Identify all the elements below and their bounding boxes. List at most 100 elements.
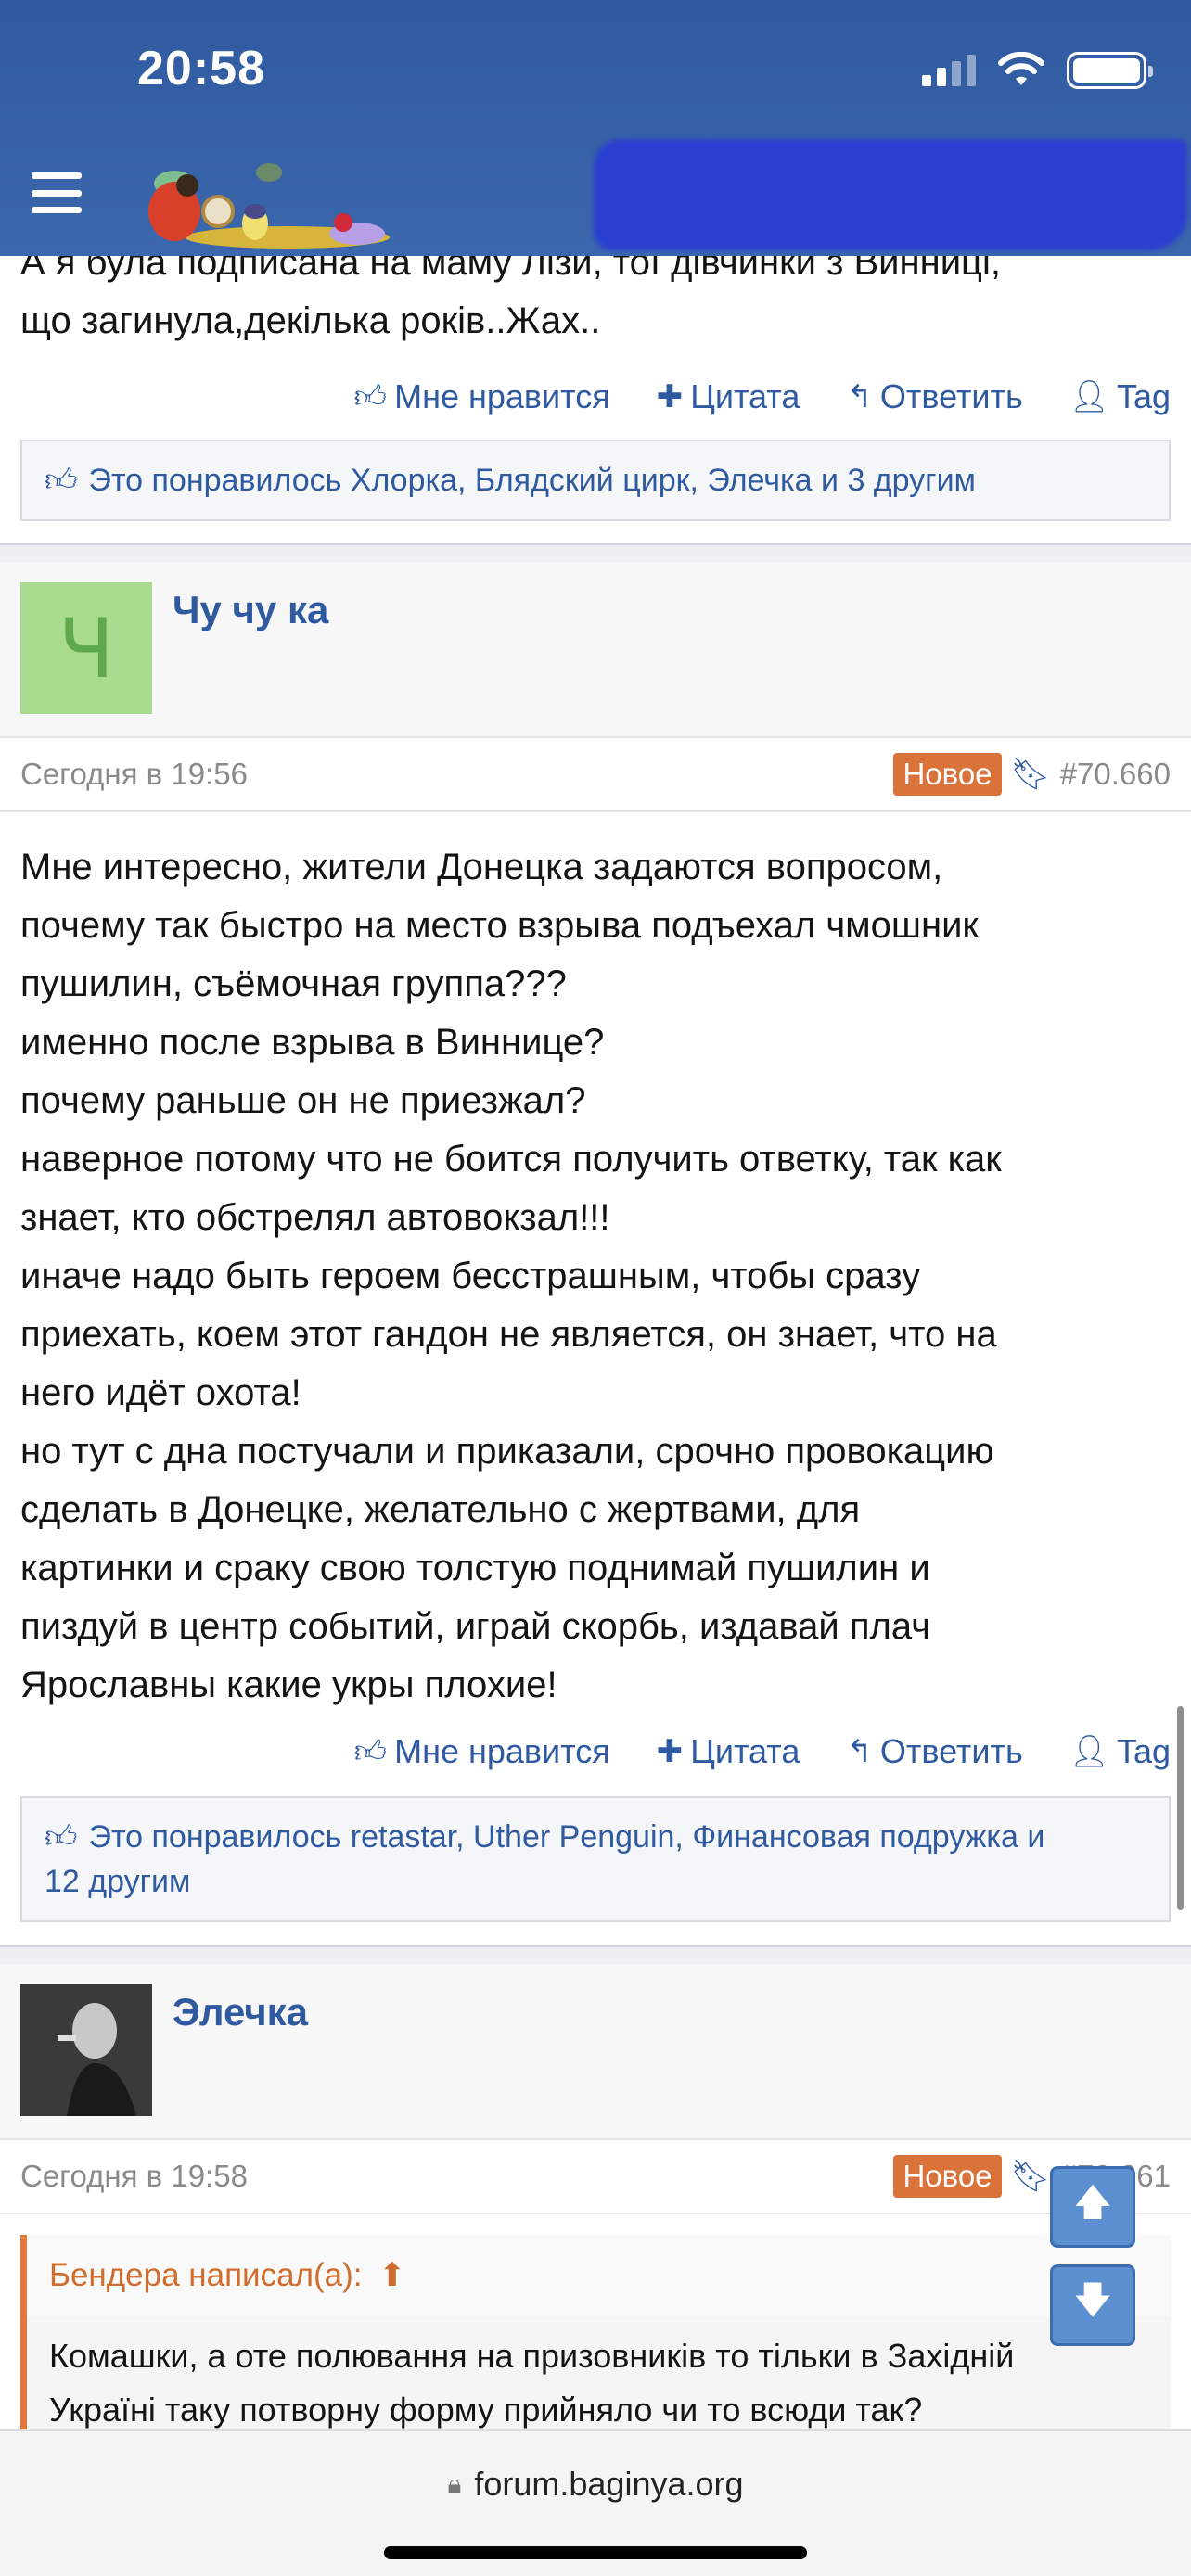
quote-label: Цитата: [690, 377, 800, 415]
arrow-up-icon: 🡅: [1073, 2182, 1112, 2223]
post-line: картинки и сраку свою толстую поднимай п…: [20, 1548, 930, 1588]
site-logo[interactable]: [121, 145, 399, 249]
post-line: именно после взрыва в Виннице?: [20, 1022, 605, 1063]
likes-text: 12 другим: [45, 1864, 191, 1899]
scroll-down-button[interactable]: 🡇: [1050, 2264, 1135, 2346]
post-line: А я була подписана на маму Лізи, тої дів…: [20, 256, 1001, 283]
tag-button[interactable]: 👤︎ Tag: [1069, 1732, 1171, 1771]
post-date[interactable]: Сегодня в 19:56: [20, 757, 248, 792]
reply-label: Ответить: [879, 1732, 1023, 1770]
redacted-area: [594, 139, 1187, 250]
lock-icon: 🔒︎: [447, 2468, 462, 2498]
avatar[interactable]: Ч: [20, 582, 152, 714]
arrow-down-icon: 🡇: [1073, 2280, 1112, 2321]
scroll-up-button[interactable]: 🡅: [1050, 2166, 1135, 2248]
author-name[interactable]: Элечка: [173, 1990, 308, 2034]
post-body: Мне интересно, жители Донецка задаются в…: [0, 812, 1191, 1715]
browser-bottom-bar: 🔒︎ forum.baginya.org: [0, 2429, 1191, 2576]
post-actions: 👍︎ Мне нравится ✚ Цитата ↰ Ответить 👤︎ Tag: [0, 1724, 1191, 1779]
quote-block: Бендера написал(а): ⬆︎ Комашки, а оте по…: [20, 2235, 1171, 2429]
post-number[interactable]: #70.660: [1060, 757, 1171, 792]
post-line: но тут с дна постучали и приказали, сроч…: [20, 1431, 994, 1472]
quote-header[interactable]: Бендера написал(а): ⬆︎: [27, 2235, 1171, 2316]
post-author-block: Элечка: [0, 1964, 1191, 2140]
user-icon: 👤︎: [1069, 1734, 1109, 1769]
like-button[interactable]: 👍︎ Мне нравится: [354, 377, 610, 416]
status-time: 20:58: [137, 42, 265, 96]
like-button[interactable]: 👍︎ Мне нравится: [354, 1732, 610, 1771]
avatar-photo: [20, 1984, 152, 2116]
tag-label: Tag: [1116, 1732, 1171, 1770]
user-icon: 👤︎: [1069, 379, 1109, 414]
battery-icon: [1067, 52, 1153, 89]
post-line: него идёт охота!: [20, 1372, 301, 1413]
quote-line: Україні таку потворну форму прийняло чи …: [49, 2391, 923, 2429]
like-label: Мне нравится: [394, 1732, 610, 1770]
status-icons: [922, 52, 1153, 89]
post-separator: [0, 543, 1191, 564]
post-line: Ярославны какие укры плохие!: [20, 1664, 557, 1705]
arrow-up-circle-icon[interactable]: ⬆︎: [378, 2257, 405, 2293]
tag-button[interactable]: 👤︎ Tag: [1069, 377, 1171, 416]
post-author-block: Ч Чу чу ка: [0, 562, 1191, 738]
post-body: А я була подписана на маму Лізи, тої дів…: [0, 256, 1191, 351]
post-line: знает, кто обстрелял автовокзал!!!: [20, 1197, 610, 1238]
quote-button[interactable]: ✚ Цитата: [657, 1732, 800, 1771]
post-line: пиздуй в центр событий, играй скорбь, из…: [20, 1606, 931, 1647]
quote-line: Комашки, а оте полювання на призовників …: [49, 2337, 1015, 2375]
likes-summary[interactable]: 👍︎ Это понравилось Хлорка, Блядский цирк,…: [20, 440, 1171, 521]
quote-author: Бендера написал(а):: [49, 2257, 363, 2293]
plus-icon: ✚: [656, 1734, 684, 1769]
thumbs-up-icon: 👍︎: [353, 378, 388, 414]
post-line: наверное потому что не боится получить о…: [20, 1139, 1002, 1180]
reply-label: Ответить: [879, 377, 1023, 415]
post-line: Мне интересно, жители Донецка задаются в…: [20, 847, 943, 887]
post-meta: Сегодня в 19:58 Новое 🔖︎ #70.661: [0, 2140, 1191, 2214]
post: Ч Чу чу ка Сегодня в 19:56 Новое 🔖︎ #70.…: [0, 562, 1191, 1922]
post-actions: 👍︎ Мне нравится ✚ Цитата ↰ Ответить 👤︎ Tag: [0, 369, 1191, 425]
app-header: 20:58: [0, 0, 1191, 256]
reply-icon: ↰: [846, 379, 873, 414]
address-bar[interactable]: 🔒︎ forum.baginya.org: [0, 2465, 1191, 2504]
menu-icon[interactable]: [32, 172, 82, 213]
reply-button[interactable]: ↰ Ответить: [846, 377, 1022, 416]
post-line: сделать в Донецке, желательно с жертвами…: [20, 1489, 861, 1530]
scrollbar[interactable]: [1177, 1706, 1184, 1910]
quote-label: Цитата: [690, 1732, 800, 1770]
quote-button[interactable]: ✚ Цитата: [657, 377, 800, 416]
post-line: приехать, коем этот гандон не является, …: [20, 1314, 997, 1355]
new-badge: Новое: [893, 753, 1002, 796]
post: Элечка Сегодня в 19:58 Новое 🔖︎ #70.661 …: [0, 1964, 1191, 2429]
new-badge: Новое: [893, 2155, 1002, 2198]
avatar[interactable]: [20, 1984, 152, 2116]
post-line: пушилин, съёмочная группа???: [20, 963, 567, 1004]
post-date[interactable]: Сегодня в 19:58: [20, 2159, 248, 2194]
tag-label: Tag: [1116, 377, 1171, 415]
author-name[interactable]: Чу чу ка: [173, 588, 328, 632]
likes-text: Это понравилось retastar, Uther Penguin,…: [88, 1819, 1045, 1855]
reply-icon: ↰: [846, 1734, 873, 1769]
url-text: forum.baginya.org: [474, 2465, 744, 2503]
post-line: що загинула,декілька років..Жах..: [20, 300, 601, 341]
thumbs-up-icon: 👍︎: [45, 1819, 78, 1855]
likes-text: Это понравилось Хлорка, Блядский цирк, Э…: [88, 463, 976, 498]
post-separator: [0, 1945, 1191, 1966]
post-meta: Сегодня в 19:56 Новое 🔖︎ #70.660: [0, 738, 1191, 812]
post-line: иначе надо быть героем бесстрашным, чтоб…: [20, 1256, 921, 1296]
quote-body: Комашки, а оте полювання на призовників …: [27, 2316, 1171, 2429]
thumbs-up-icon: 👍︎: [45, 463, 78, 498]
bookmark-icon[interactable]: 🔖︎: [1011, 2158, 1051, 2195]
bookmark-icon[interactable]: 🔖︎: [1011, 756, 1051, 793]
plus-icon: ✚: [656, 379, 684, 414]
post-line: почему раньше он не приезжал?: [20, 1080, 586, 1121]
thread-content: А я була подписана на маму Лізи, тої дів…: [0, 256, 1191, 2429]
home-indicator[interactable]: [384, 2546, 807, 2559]
thumbs-up-icon: 👍︎: [353, 1733, 388, 1769]
post-partial: А я була подписана на маму Лізи, тої дів…: [0, 256, 1191, 351]
reply-button[interactable]: ↰ Ответить: [846, 1732, 1022, 1771]
signal-icon: [922, 55, 976, 86]
likes-summary[interactable]: 👍︎ Это понравилось retastar, Uther Pengui…: [20, 1796, 1171, 1922]
like-label: Мне нравится: [394, 377, 610, 415]
wifi-icon: [998, 52, 1044, 85]
post-line: почему так быстро на место взрыва подъех…: [20, 905, 979, 946]
